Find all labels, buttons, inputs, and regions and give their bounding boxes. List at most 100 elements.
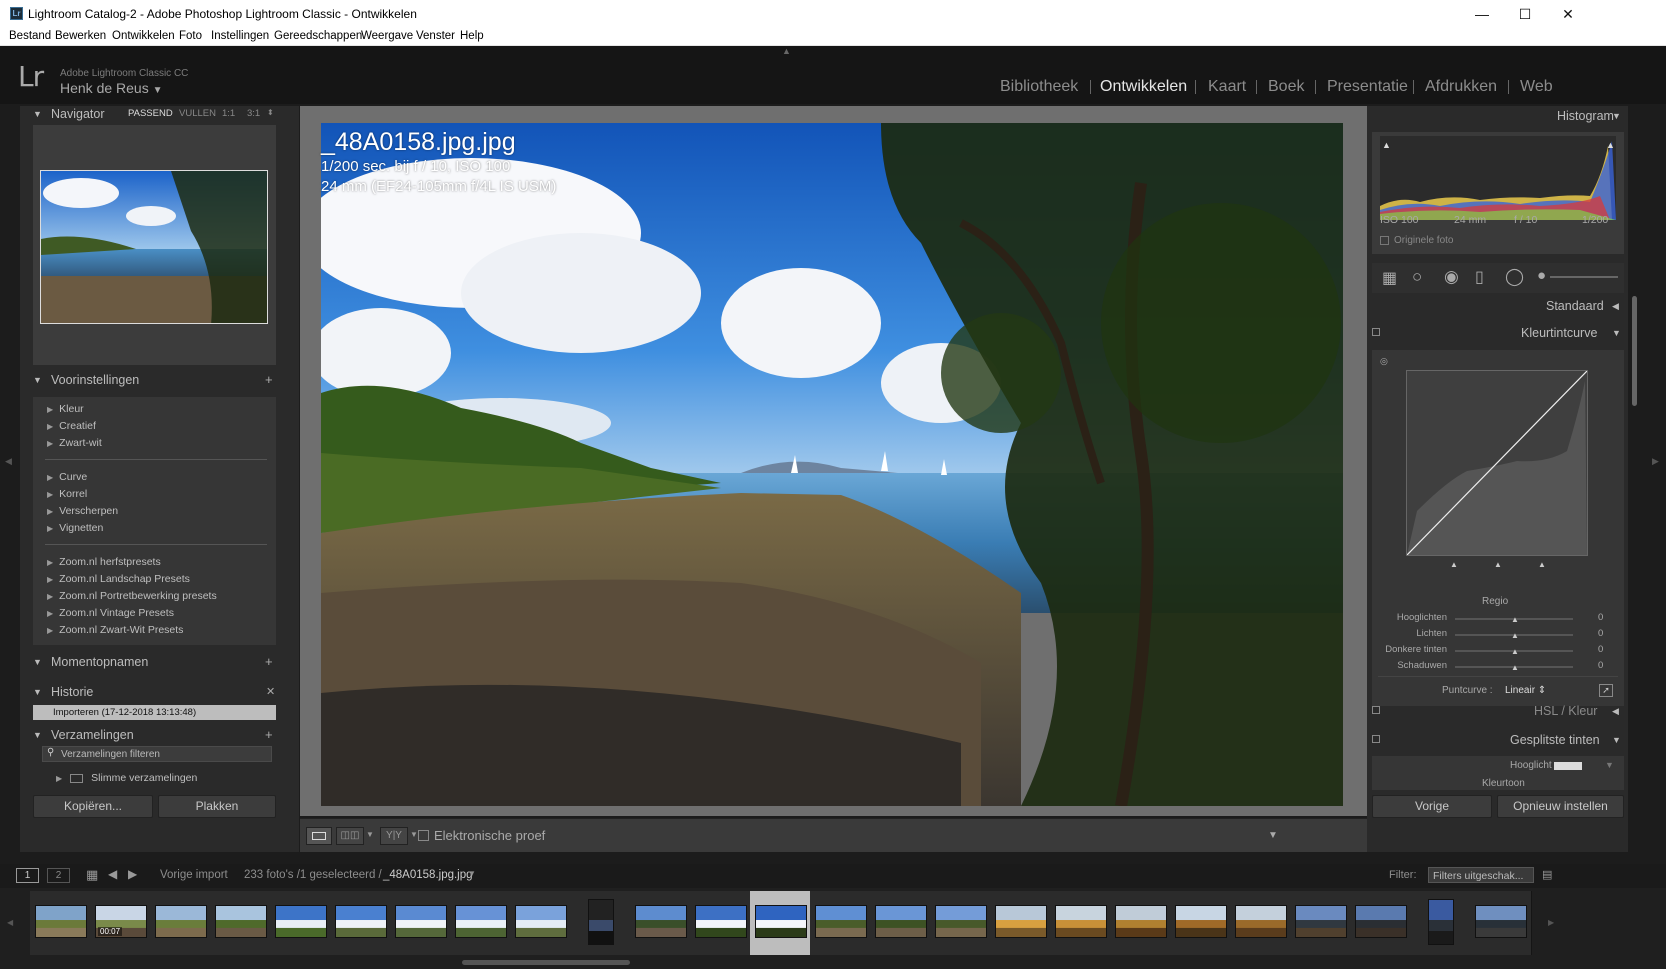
target-adjust-icon[interactable]: ◎	[1380, 356, 1388, 367]
triangle-down-icon[interactable]: ▼	[1605, 760, 1614, 770]
screen-1-button[interactable]: 1	[16, 868, 39, 883]
preset-group-vignetten[interactable]: ▶ Vignetten	[47, 522, 103, 534]
preset-group-korrel[interactable]: ▶ Korrel	[47, 488, 87, 500]
brush-slider-track[interactable]	[1550, 276, 1618, 278]
darks-slider[interactable]: ▲	[1455, 647, 1573, 656]
shadow-clipping-icon[interactable]: ▲	[1382, 140, 1391, 150]
filmstrip-thumbnail[interactable]	[570, 891, 632, 955]
soft-proof-checkbox[interactable]	[418, 830, 429, 841]
filmstrip-scrollbar[interactable]	[462, 960, 630, 965]
section-toggle-icon[interactable]	[1372, 706, 1380, 714]
filmstrip-thumbnail[interactable]	[330, 891, 392, 955]
snapshots-header[interactable]: ▼ Momentopnamen +	[33, 654, 276, 678]
filmstrip-thumbnail[interactable]	[1350, 891, 1412, 955]
back-arrow-icon[interactable]: ◀	[108, 867, 117, 881]
module-presentatie[interactable]: Presentatie	[1327, 78, 1408, 96]
selected-file-label[interactable]: _48A0158.jpg.jpg	[383, 869, 473, 881]
collections-filter-input[interactable]: ⚲ Verzamelingen filteren	[42, 746, 272, 762]
standard-header[interactable]: Standaard ◀	[1370, 298, 1625, 322]
spot-removal-icon[interactable]: ○	[1412, 267, 1422, 287]
split-toning-header[interactable]: Gesplitste tinten ▼	[1370, 732, 1625, 756]
menu-ontwikkelen[interactable]: Ontwikkelen	[112, 30, 175, 42]
filmstrip-thumbnail[interactable]	[450, 891, 512, 955]
clear-history-icon[interactable]: ✕	[266, 685, 275, 698]
tone-curve-graph[interactable]	[1406, 370, 1588, 556]
menu-bestand[interactable]: Bestand	[9, 30, 51, 42]
filmstrip-thumbnail[interactable]	[150, 891, 212, 955]
copy-button[interactable]: Kopiëren...	[33, 795, 153, 818]
menu-gereedschappen[interactable]: Gereedschappen	[274, 30, 362, 42]
menu-instellingen[interactable]: Instellingen	[211, 30, 269, 42]
chevron-down-icon[interactable]: ▼	[468, 869, 476, 878]
filter-select[interactable]: Filters uitgeschak...	[1428, 867, 1534, 883]
preset-group-zoom-vintage[interactable]: ▶ Zoom.nl Vintage Presets	[47, 607, 174, 619]
grid-view-icon[interactable]: ▦	[86, 867, 98, 883]
loupe-view-icon[interactable]	[306, 827, 332, 845]
filmstrip-thumbnail[interactable]	[1470, 891, 1532, 955]
highlight-color-swatch[interactable]	[1554, 762, 1582, 770]
zoom-passend[interactable]: PASSEND	[128, 108, 173, 119]
filmstrip-thumbnail[interactable]: 00:07	[90, 891, 152, 955]
shadows-slider[interactable]: ▲	[1455, 663, 1573, 672]
filmstrip-thumbnail[interactable]	[1290, 891, 1352, 955]
menu-help[interactable]: Help	[460, 30, 484, 42]
filmstrip-thumbnail[interactable]	[870, 891, 932, 955]
maximize-icon[interactable]: ☐	[1505, 4, 1545, 24]
filmstrip-right-icon[interactable]: ▶	[1548, 918, 1554, 927]
collapse-top-icon[interactable]: ▲	[782, 46, 791, 56]
module-boek[interactable]: Boek	[1268, 78, 1304, 96]
user-name[interactable]: Henk de Reus ▼	[60, 80, 163, 96]
split-point-icon[interactable]: ▲	[1538, 560, 1546, 569]
filter-lock-icon[interactable]: ▤	[1542, 868, 1552, 881]
filmstrip-thumbnail[interactable]	[30, 891, 92, 955]
split-point-icon[interactable]: ▲	[1494, 560, 1502, 569]
lights-slider[interactable]: ▲	[1455, 631, 1573, 640]
filmstrip-thumbnail[interactable]	[1110, 891, 1172, 955]
point-curve-select[interactable]: Lineair ⇕	[1505, 685, 1546, 696]
right-panel-scrollbar[interactable]	[1632, 296, 1637, 406]
zoom-chevron-icon[interactable]: ⬍	[267, 108, 274, 117]
filmstrip-thumbnail[interactable]	[1230, 891, 1292, 955]
menu-venster[interactable]: Venster	[416, 30, 455, 42]
slider-value[interactable]: 0	[1598, 660, 1603, 671]
filmstrip-thumbnail[interactable]	[750, 891, 812, 955]
section-toggle-icon[interactable]	[1372, 328, 1380, 336]
slider-value[interactable]: 0	[1598, 612, 1603, 623]
presets-header[interactable]: ▼ Voorinstellingen +	[33, 372, 276, 396]
module-afdrukken[interactable]: Afdrukken	[1425, 78, 1497, 96]
original-photo-checkbox[interactable]	[1380, 236, 1389, 245]
filmstrip-left-icon[interactable]: ◀	[7, 918, 13, 927]
highlights-slider[interactable]: ▲	[1455, 615, 1573, 624]
section-toggle-icon[interactable]	[1372, 735, 1380, 743]
tone-curve-header[interactable]: Kleurtintcurve ▼	[1370, 325, 1625, 349]
chevron-down-icon[interactable]: ▼	[410, 830, 418, 839]
preset-group-zoom-landschap[interactable]: ▶ Zoom.nl Landschap Presets	[47, 573, 190, 585]
navigator-thumbnail[interactable]	[40, 170, 268, 324]
swap-yy-icon[interactable]: Y|Y	[380, 827, 408, 845]
minimize-icon[interactable]: —	[1462, 4, 1502, 24]
preset-group-kleur[interactable]: ▶ Kleur	[47, 403, 84, 415]
chevron-down-icon[interactable]: ▼	[366, 830, 374, 839]
close-icon[interactable]: ✕	[1548, 4, 1588, 24]
split-point-icon[interactable]: ▲	[1450, 560, 1458, 569]
filmstrip-thumbnail[interactable]	[1170, 891, 1232, 955]
add-snapshot-icon[interactable]: +	[265, 654, 273, 669]
filmstrip-thumbnail[interactable]	[990, 891, 1052, 955]
menu-bewerken[interactable]: Bewerken	[55, 30, 106, 42]
filmstrip-thumbnail[interactable]	[690, 891, 752, 955]
collapse-left-icon[interactable]: ◀	[5, 456, 12, 467]
hsl-header[interactable]: HSL / Kleur ◀	[1370, 703, 1625, 727]
filmstrip-thumbnail[interactable]	[270, 891, 332, 955]
adjustment-brush-icon[interactable]: ●	[1537, 267, 1546, 284]
preset-group-zwart-wit[interactable]: ▶ Zwart-wit	[47, 437, 102, 449]
filmstrip-thumbnail[interactable]	[1050, 891, 1112, 955]
preset-group-verscherpen[interactable]: ▶ Verscherpen	[47, 505, 118, 517]
red-eye-icon[interactable]: ◉	[1444, 267, 1459, 287]
menu-weergave[interactable]: Weergave	[361, 30, 413, 42]
screen-2-button[interactable]: 2	[47, 868, 70, 883]
paste-button[interactable]: Plakken	[158, 795, 276, 818]
module-kaart[interactable]: Kaart	[1208, 78, 1246, 96]
preset-group-curve[interactable]: ▶ Curve	[47, 471, 87, 483]
radial-filter-icon[interactable]: ◯	[1505, 267, 1524, 287]
filmstrip-thumbnail[interactable]	[510, 891, 572, 955]
